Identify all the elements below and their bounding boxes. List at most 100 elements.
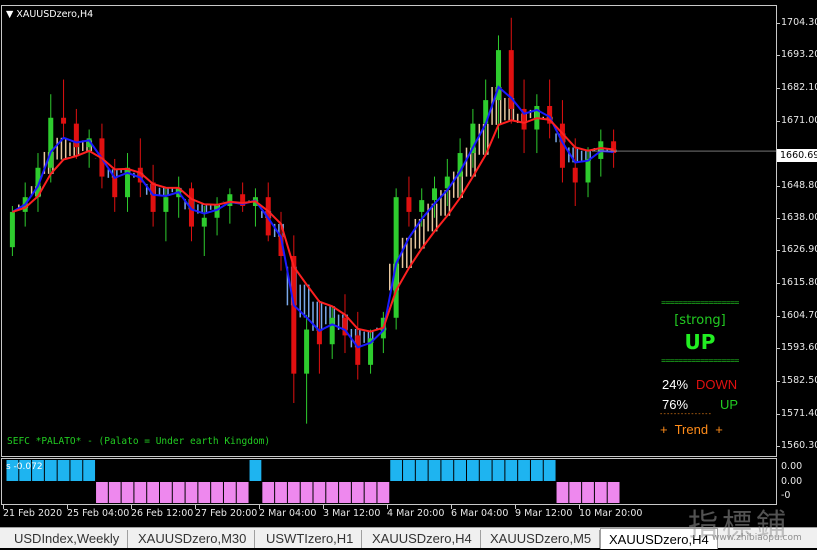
chart-symbol-label: XAUUSDzero,H4 <box>16 9 94 20</box>
histogram-bar-down <box>313 482 326 503</box>
candle-body <box>163 197 169 212</box>
price-label: 1682.10 <box>781 82 817 94</box>
histogram-bar-down <box>108 482 121 503</box>
candle-body <box>419 200 425 212</box>
subpanel-label: s -0.072 <box>6 462 43 472</box>
histogram-bar-up <box>70 460 83 481</box>
price-label: 1671.00 <box>781 114 817 126</box>
current-price-box: 1660.69 <box>777 149 817 162</box>
tab-4[interactable]: XAUUSDzero,M5 <box>482 530 601 548</box>
histogram-bar-down <box>223 482 236 503</box>
histogram-bar-down <box>607 482 620 503</box>
price-tick <box>776 381 780 382</box>
candle-body <box>406 197 412 212</box>
time-label: 6 Mar 04:00 <box>451 508 509 519</box>
histogram-bar-up <box>467 460 479 481</box>
watermark-url: www.zhibiaopu.com <box>712 533 802 543</box>
candle-body <box>585 158 591 183</box>
price-tick <box>776 88 780 90</box>
up-percent: 76% <box>662 397 689 412</box>
time-label: 10 Mar 20:00 <box>579 508 643 519</box>
histogram-bar-down <box>121 482 134 503</box>
trend-dashes: - - - - - - - - - - - - - - - <box>660 411 711 418</box>
histogram-bar-up <box>44 460 57 481</box>
histogram-bar-down <box>96 482 108 503</box>
signal-direction: UP <box>684 330 716 354</box>
histogram-bar-down <box>582 482 594 503</box>
histogram-bar-down <box>364 482 377 503</box>
price-tick <box>776 283 780 285</box>
tab-1[interactable]: XAUUSDzero,M30 <box>130 530 256 548</box>
price-tick <box>776 315 780 317</box>
histogram-bar-up <box>390 460 403 481</box>
histogram-bar-down <box>556 482 569 503</box>
candle-body <box>201 217 207 227</box>
tab-3[interactable]: XAUUSDzero,H4 <box>364 530 481 548</box>
histogram-bar-down <box>236 482 249 503</box>
price-label: 1626.90 <box>781 244 817 256</box>
time-label: 21 Feb 2020 <box>3 508 63 519</box>
indicator-note: SEFC *PALATO* - (Palato = Under earth Ki… <box>7 436 271 447</box>
chart-title: ▼ XAUUSDzero,H4 <box>6 9 93 20</box>
histogram-bar-down <box>287 482 300 503</box>
price-label: 1638.00 <box>781 211 817 223</box>
tab-2[interactable]: USWTIzero,H1 <box>258 530 363 548</box>
price-label: 1704.30 <box>781 16 817 28</box>
time-label: 9 Mar 12:00 <box>515 508 573 519</box>
price-tick <box>776 22 780 24</box>
histogram-bar-up <box>518 460 530 481</box>
histogram-bar-down <box>594 482 607 503</box>
histogram-bar-up <box>454 460 466 481</box>
price-label: 1560.30 <box>781 440 817 452</box>
histogram-bar-down <box>300 482 313 503</box>
up-label: UP <box>720 397 739 412</box>
price-tick <box>776 446 780 448</box>
histogram-bar-down <box>339 482 351 503</box>
histogram-bar-up <box>492 460 505 481</box>
histogram-bar-up <box>249 460 262 481</box>
candle-body <box>61 117 67 124</box>
price-label: 1593.60 <box>781 342 817 354</box>
histogram-bar-up <box>479 460 492 481</box>
histogram-bar-down <box>377 482 390 503</box>
histogram-bar-up <box>415 460 428 481</box>
subpanel-axis-2: 0.00 <box>781 476 803 487</box>
candle-body <box>393 197 399 318</box>
price-tick <box>776 55 780 57</box>
price-chart[interactable] <box>2 6 776 456</box>
histogram-chart[interactable] <box>2 459 776 504</box>
time-label: 25 Feb 04:00 <box>67 508 130 519</box>
histogram-bar-up <box>403 460 415 481</box>
time-label: 4 Mar 20:00 <box>387 508 445 519</box>
down-percent: 24% <box>662 377 689 392</box>
histogram-bar-down <box>262 482 275 503</box>
histogram-bar-down <box>134 482 147 503</box>
price-label: 1604.70 <box>781 309 817 321</box>
time-label: 26 Feb 12:00 <box>131 508 194 519</box>
price-tick <box>776 413 780 415</box>
signal-separator-top: ================== <box>661 298 739 307</box>
price-label: 1571.40 <box>781 407 817 419</box>
candle-body <box>112 176 118 198</box>
histogram-bar-down <box>160 482 172 503</box>
price-tick <box>776 348 780 350</box>
histogram-bar-down <box>275 482 287 503</box>
time-label: 2 Mar 04:00 <box>259 508 317 519</box>
price-tick <box>776 120 780 122</box>
candle-body <box>291 256 297 374</box>
candle-body <box>9 211 15 248</box>
price-label: 1582.50 <box>781 375 817 386</box>
dropdown-triangle-icon[interactable]: ▼ <box>6 9 13 20</box>
histogram-bar-up <box>428 460 441 481</box>
histogram-bar-up <box>543 460 556 481</box>
candle-body <box>355 335 361 365</box>
price-label: 1648.80 <box>781 180 817 191</box>
histogram-bar-down <box>198 482 211 503</box>
histogram-bar-down <box>326 482 339 503</box>
mt4-window: ▼ XAUUSDzero,H4 1704.30 1693.20 1682.10 167… <box>0 0 817 549</box>
price-tick <box>776 186 780 187</box>
tab-0[interactable]: USDIndex,Weekly <box>6 530 129 548</box>
candle-body <box>329 317 335 345</box>
price-tick <box>776 217 780 219</box>
subpanel-axis-1: 0.00 <box>781 461 803 472</box>
